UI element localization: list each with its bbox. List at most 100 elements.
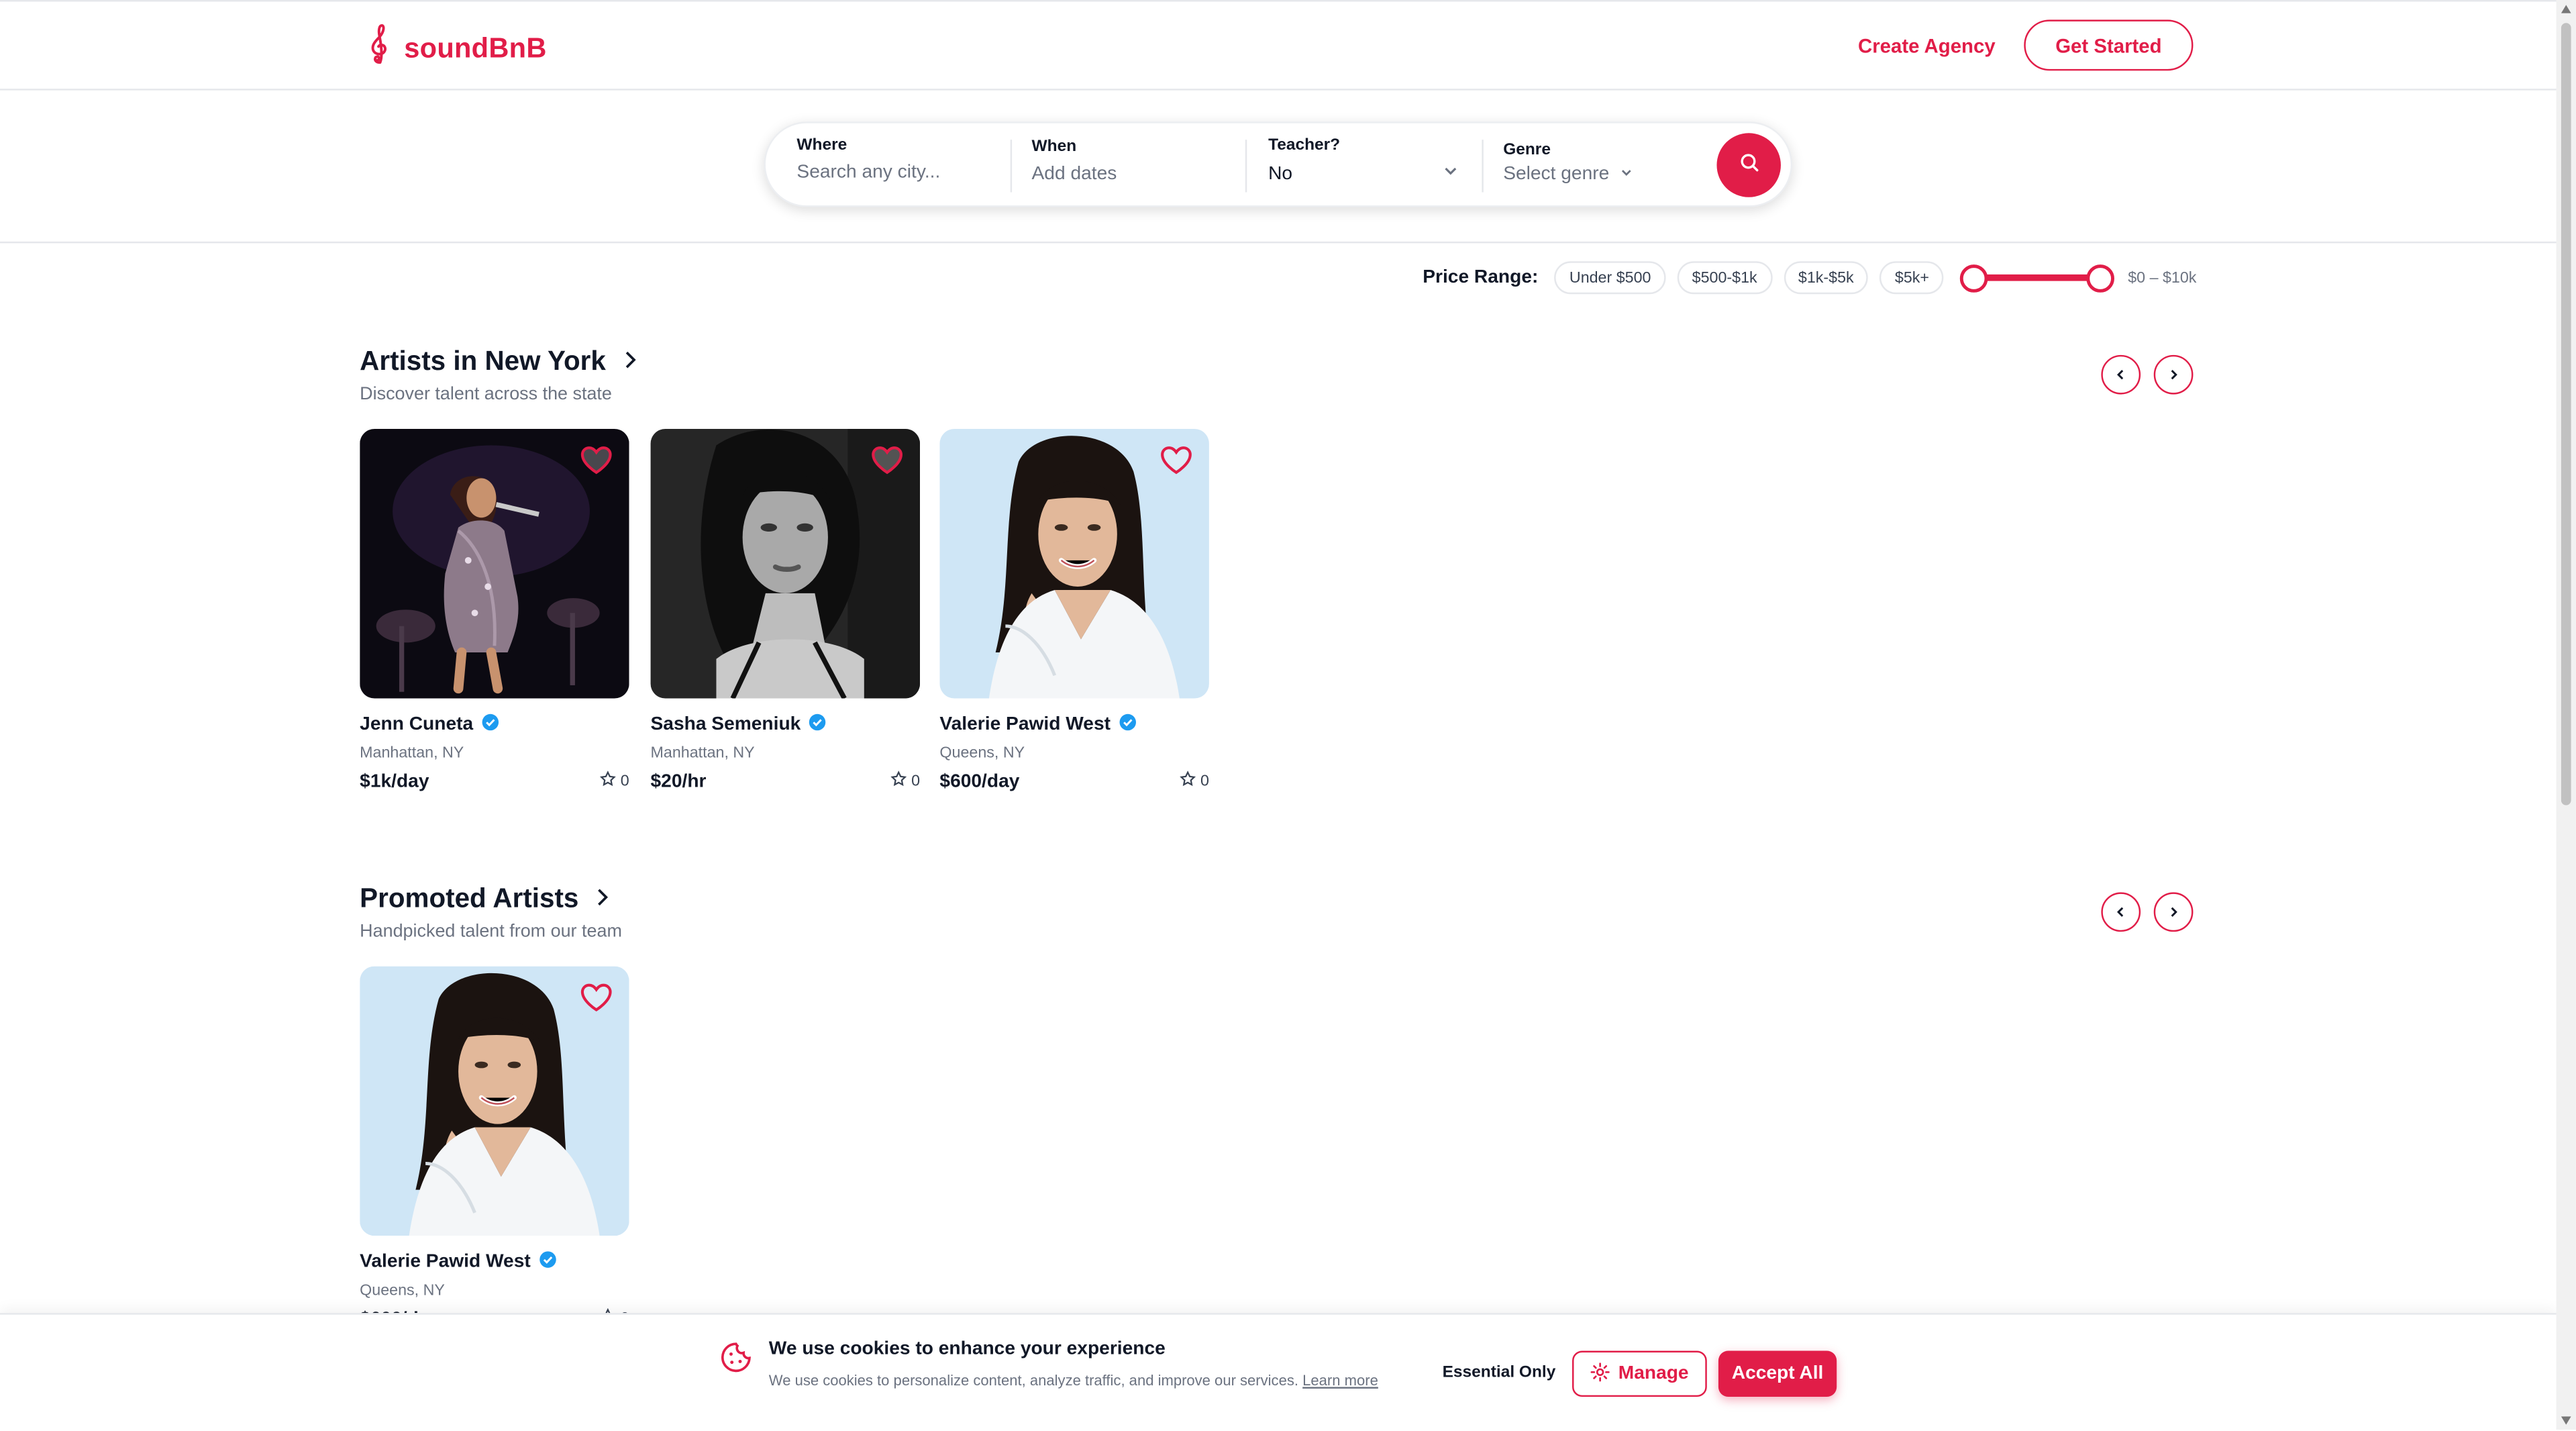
cookie-description: We use cookies to personalize content, a…: [769, 1371, 1393, 1392]
carousel-prev-button[interactable]: [2101, 354, 2141, 395]
section-title-text: Promoted Artists: [360, 884, 579, 914]
scroll-up-arrow-icon[interactable]: [2561, 5, 2571, 13]
price-range-filter: Price Range: Under $500 $500-$1k $1k-$5k…: [1423, 260, 2196, 296]
chevron-left-icon: [2114, 897, 2128, 927]
star-icon: [1179, 771, 1196, 792]
artist-meta-row: $1k/day 0: [360, 771, 629, 792]
price-chip-1k-5k[interactable]: $1k-$5k: [1783, 261, 1869, 295]
artist-photo[interactable]: [939, 429, 1209, 699]
artist-location: Queens, NY: [360, 1281, 445, 1300]
artist-location: Manhattan, NY: [360, 744, 464, 763]
where-field[interactable]: Where Search any city...: [796, 136, 1002, 195]
favorite-heart-icon[interactable]: [1160, 445, 1192, 483]
cookie-text: We use cookies to personalize content, a…: [768, 1372, 1298, 1389]
favorite-heart-icon[interactable]: [871, 445, 904, 483]
teacher-select[interactable]: No: [1268, 162, 1459, 184]
teacher-field[interactable]: Teacher? No: [1268, 136, 1459, 195]
section-title-text: Artists in New York: [360, 346, 606, 377]
artist-name[interactable]: Jenn Cuneta: [360, 713, 629, 736]
chevron-down-icon: [1619, 164, 1633, 184]
learn-more-link[interactable]: Learn more: [1302, 1372, 1378, 1388]
verified-badge-icon: [809, 713, 827, 736]
scroll-down-arrow-icon[interactable]: [2561, 1416, 2571, 1425]
artist-card[interactable]: Valerie Pawid West Queens, NY $600/day 0: [360, 966, 629, 1330]
artist-price: $1k/day: [360, 771, 429, 791]
artist-photo[interactable]: [360, 429, 629, 699]
manage-label: Manage: [1618, 1364, 1689, 1384]
section-subtitle: Discover talent across the state: [360, 384, 612, 405]
cookie-icon: [719, 1341, 752, 1382]
verified-badge-icon: [1119, 713, 1137, 736]
treble-clef-icon: [368, 23, 391, 74]
page-scrollbar[interactable]: [2556, 0, 2576, 1430]
teacher-label: Teacher?: [1268, 136, 1341, 155]
favorite-heart-icon[interactable]: [580, 983, 613, 1020]
create-agency-link[interactable]: Create Agency: [1858, 34, 1996, 57]
section-subtitle: Handpicked talent from our team: [360, 922, 622, 942]
section-title-new-york[interactable]: Artists in New York: [360, 347, 637, 379]
genre-label: Genre: [1503, 141, 1551, 160]
artist-photo[interactable]: [360, 966, 629, 1236]
artist-photo[interactable]: [650, 429, 921, 699]
star-icon: [890, 771, 907, 792]
search-bar: Where Search any city... When Add dates …: [764, 121, 1793, 207]
get-started-button[interactable]: Get Started: [2024, 19, 2194, 71]
search-divider: [1482, 140, 1484, 193]
rating-value: 0: [1200, 772, 1209, 791]
artist-name[interactable]: Valerie Pawid West: [939, 713, 1209, 736]
price-range-label: Price Range:: [1423, 268, 1539, 288]
chevron-right-icon: [595, 884, 610, 916]
when-input[interactable]: Add dates: [1032, 164, 1237, 184]
scrollbar-thumb[interactable]: [2561, 23, 2571, 805]
accept-all-button[interactable]: Accept All: [1718, 1350, 1837, 1397]
artist-card[interactable]: Valerie Pawid West Queens, NY $600/day 0: [939, 429, 1209, 792]
when-label: When: [1031, 138, 1077, 156]
favorite-heart-icon[interactable]: [580, 445, 613, 483]
carousel-next-button[interactable]: [2153, 354, 2194, 395]
price-range-value: $0 – $10k: [2128, 268, 2197, 287]
brand-logo[interactable]: soundBnB: [368, 23, 546, 74]
artist-price: $20/hr: [650, 771, 707, 791]
carousel-prev-button[interactable]: [2101, 892, 2141, 932]
gear-icon: [1590, 1361, 1610, 1386]
price-chip-5k-plus[interactable]: $5k+: [1879, 261, 1945, 295]
artist-card[interactable]: Sasha Semeniuk Manhattan, NY $20/hr 0: [650, 429, 921, 792]
price-chip-under-500[interactable]: Under $500: [1554, 261, 1666, 295]
verified-badge-icon: [539, 1250, 557, 1273]
page: soundBnB Create Agency Get Started Where…: [0, 0, 2576, 1431]
genre-placeholder: Select genre: [1503, 164, 1610, 185]
cookie-banner: We use cookies to enhance your experienc…: [0, 1313, 2557, 1431]
artist-name[interactable]: Valerie Pawid West: [360, 1250, 629, 1273]
search-icon: [1739, 150, 1759, 180]
genre-select[interactable]: Select genre: [1503, 164, 1684, 184]
artist-rating: 0: [890, 771, 920, 792]
when-field[interactable]: When Add dates: [1032, 138, 1237, 197]
artist-price: $600/day: [939, 771, 1020, 791]
price-chip-500-1k[interactable]: $500-$1k: [1677, 261, 1772, 295]
manage-cookies-button[interactable]: Manage: [1572, 1350, 1707, 1397]
search-button[interactable]: [1716, 133, 1781, 197]
cookie-title: We use cookies to enhance your experienc…: [768, 1339, 1166, 1359]
slider-min-handle[interactable]: [1960, 264, 1989, 293]
teacher-value: No: [1268, 163, 1293, 183]
artist-name[interactable]: Sasha Semeniuk: [651, 713, 921, 736]
slider-max-handle[interactable]: [2087, 264, 2115, 293]
carousel-next-button[interactable]: [2153, 892, 2194, 932]
chevron-left-icon: [2114, 360, 2128, 389]
top-nav: soundBnB Create Agency Get Started: [0, 0, 2557, 91]
artist-card[interactable]: Jenn Cuneta Manhattan, NY $1k/day 0: [360, 429, 629, 792]
rating-value: 0: [911, 772, 921, 791]
artist-name-text: Sasha Semeniuk: [650, 715, 801, 735]
rating-value: 0: [620, 772, 629, 791]
essential-only-button[interactable]: Essential Only: [1443, 1364, 1556, 1382]
where-input[interactable]: Search any city...: [796, 162, 1002, 182]
artist-meta-row: $600/day 0: [939, 771, 1209, 792]
chevron-down-icon: [1443, 162, 1459, 184]
artist-rating: 0: [599, 771, 629, 792]
price-range-slider[interactable]: [1960, 264, 2115, 293]
chevron-right-icon: [622, 347, 637, 379]
section-title-promoted[interactable]: Promoted Artists: [360, 884, 610, 916]
genre-field[interactable]: Genre Select genre: [1503, 142, 1684, 201]
search-divider: [1010, 140, 1013, 193]
artist-name-text: Valerie Pawid West: [939, 715, 1111, 735]
